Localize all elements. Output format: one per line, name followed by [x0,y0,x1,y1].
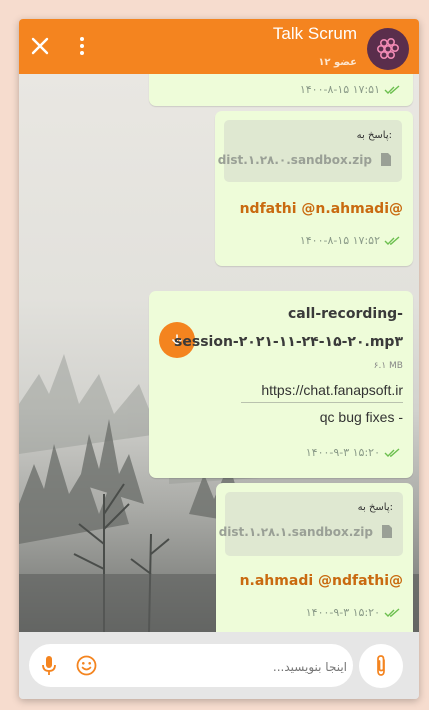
group-avatar[interactable] [367,28,409,70]
group-logo-icon [376,37,399,60]
message-time: ۱۴۰۰-۹-۳ ۱۵:۲۰ [305,606,380,619]
reply-label: پاسخ به: [357,502,393,513]
reply-preview[interactable]: پاسخ به: dist.۱.۲۸.۰.sandbox.zip [218,120,402,182]
message-text: qc bug fixes - [319,409,403,425]
microphone-icon[interactable] [40,655,58,677]
message-input-container [29,644,353,689]
message-text: n.ahmadi @ndfathi@ [239,573,403,589]
file-size: ۶.۱ MB [373,361,403,371]
message-meta: ۱۴۰۰-۸-۱۵ ۱۷:۵۱ [300,83,401,96]
more-vert-icon[interactable] [77,36,87,56]
message-meta: ۱۴۰۰-۹-۳ ۱۵:۲۰ [306,446,401,459]
message-list[interactable]: ۱۴۰۰-۸-۱۵ ۱۷:۵۱ پاسخ به: dist.۱.۲۸.۰.san… [19,74,419,632]
message-bubble[interactable]: ۱۴۰۰-۸-۱۵ ۱۷:۵۱ [149,74,413,106]
message-bubble[interactable]: call-recording- session-۲۰۲۱-۱۱-۲۴-۱۵-۲۰… [149,291,413,478]
message-meta: ۱۴۰۰-۹-۳ ۱۵:۲۰ [306,606,401,619]
reply-label: پاسخ به: [356,130,392,141]
paperclip-icon [377,655,385,676]
chat-header: Talk Scrum ۱۲ عضو [19,19,419,74]
message-meta: ۱۴۰۰-۸-۱۵ ۱۷:۵۲ [300,234,401,247]
chat-window: Talk Scrum ۱۲ عضو ۱۴۰۰-۸-۱۵ ۱۷:۵۱ پاسخ ب… [19,19,419,699]
file-icon [381,153,391,166]
file-icon [382,525,392,538]
double-check-icon [384,235,400,245]
emoji-icon[interactable] [76,655,97,676]
double-check-icon [384,84,400,94]
link-divider [241,402,403,403]
member-count: ۱۲ عضو [318,57,357,68]
attach-button[interactable] [359,644,403,688]
message-time: ۱۴۰۰-۹-۳ ۱۵:۲۰ [305,446,380,459]
file-name: call-recording- [288,306,403,322]
message-time: ۱۴۰۰-۸-۱۵ ۱۷:۵۲ [299,234,380,247]
double-check-icon [384,607,400,617]
double-check-icon [384,447,400,457]
message-text: ndfathi @n.ahmadi@ [239,201,403,217]
reply-file-name: dist.۱.۲۸.۰.sandbox.zip [217,153,372,167]
message-input[interactable] [113,644,349,689]
reply-preview[interactable]: پاسخ به: dist.۱.۲۸.۱.sandbox.zip [219,492,403,556]
chat-title[interactable]: Talk Scrum [273,24,357,44]
file-name: session-۲۰۲۱-۱۱-۲۴-۱۵-۲۰.mp۳ [174,334,403,350]
composer-bar [19,632,419,699]
message-time: ۱۴۰۰-۸-۱۵ ۱۷:۵۱ [299,83,380,96]
close-icon[interactable] [30,36,50,56]
reply-file-name: dist.۱.۲۸.۱.sandbox.zip [218,525,373,539]
message-link[interactable]: https://chat.fanapsoft.ir [261,382,403,398]
message-bubble[interactable]: پاسخ به: dist.۱.۲۸.۰.sandbox.zip ndfathi… [215,111,413,266]
message-bubble[interactable]: پاسخ به: dist.۱.۲۸.۱.sandbox.zip n.ahmad… [216,483,413,632]
